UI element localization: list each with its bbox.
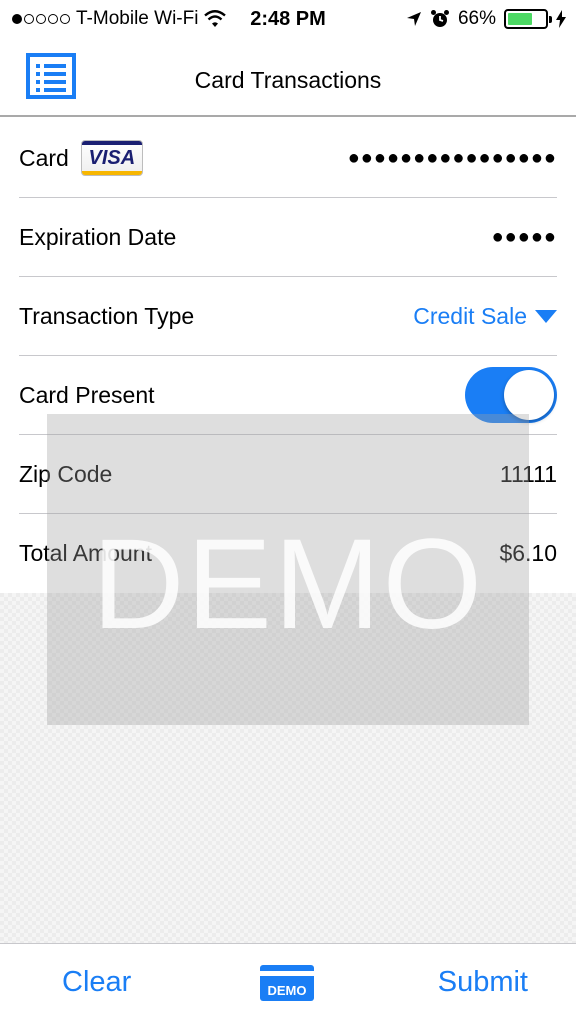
navigation-bar: Card Transactions	[0, 40, 576, 117]
card-number-masked[interactable]: ●●●●●●●●●●●●●●●●	[348, 147, 557, 170]
transaction-type-label: Transaction Type	[19, 302, 195, 329]
status-right: 66%	[406, 8, 566, 30]
location-arrow-icon	[406, 12, 421, 26]
battery-icon	[504, 9, 552, 29]
visa-logo-icon: VISA	[80, 140, 143, 176]
transaction-form: Card VISA ●●●●●●●●●●●●●●●● Expiration Da…	[0, 119, 576, 593]
total-amount-value[interactable]: $6.10	[499, 540, 557, 567]
zip-code-value[interactable]: 11111	[500, 461, 557, 488]
zip-code-row[interactable]: Zip Code 11111	[19, 435, 557, 514]
total-amount-row[interactable]: Total Amount $6.10	[19, 514, 557, 593]
alarm-clock-icon	[430, 10, 449, 27]
transaction-type-row[interactable]: Transaction Type Credit Sale	[19, 277, 557, 356]
caret-down-icon	[535, 309, 557, 323]
transaction-type-picker[interactable]: Credit Sale	[413, 303, 557, 330]
status-bar: T-Mobile Wi-Fi 2:48 PM 66%	[0, 0, 576, 40]
card-label-group: Card VISA	[19, 140, 143, 176]
card-present-label: Card Present	[19, 381, 155, 408]
card-present-row: Card Present	[19, 356, 557, 435]
transaction-type-value: Credit Sale	[413, 302, 527, 329]
bottom-toolbar: Clear DEMO Submit	[0, 943, 576, 1024]
zip-code-label: Zip Code	[19, 460, 113, 487]
expiration-label: Expiration Date	[19, 223, 177, 250]
card-present-toggle[interactable]	[465, 367, 557, 423]
page-title: Card Transactions	[194, 67, 382, 93]
submit-button[interactable]: Submit	[438, 966, 528, 999]
svg-text:DEMO: DEMO	[268, 983, 307, 998]
card-label: Card	[19, 144, 69, 171]
total-amount-label: Total Amount	[19, 540, 152, 566]
charging-bolt-icon	[556, 10, 566, 28]
empty-pattern-area	[0, 593, 576, 943]
clear-button[interactable]: Clear	[62, 966, 131, 999]
battery-percent: 66%	[457, 8, 496, 29]
toggle-knob	[504, 370, 554, 420]
expiration-row[interactable]: Expiration Date ●●●●●	[19, 198, 557, 277]
card-row[interactable]: Card VISA ●●●●●●●●●●●●●●●●	[19, 119, 557, 198]
demo-card-icon[interactable]: DEMO	[259, 964, 315, 1002]
expiration-masked[interactable]: ●●●●●	[492, 226, 557, 249]
